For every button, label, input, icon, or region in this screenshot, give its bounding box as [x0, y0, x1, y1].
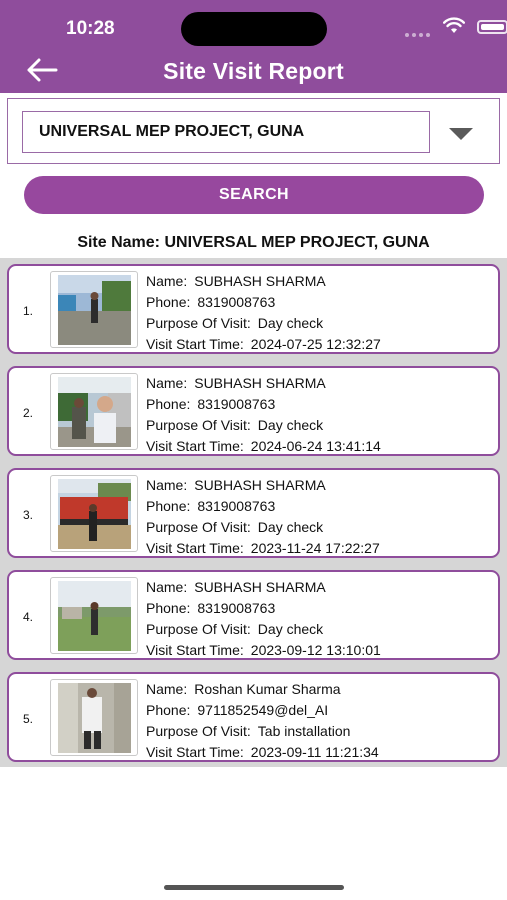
visitor-phone: 8319008763 — [197, 600, 276, 616]
visitor-phone: 9711852549@del_AI — [197, 702, 329, 718]
visit-start-time: 2024-06-24 13:41:14 — [250, 438, 381, 454]
visit-index: 5. — [23, 712, 34, 726]
site-selector: UNIVERSAL MEP PROJECT, GUNA — [7, 98, 500, 164]
visit-details: Name: SUBHASH SHARMA Phone: 8319008763 Pur… — [146, 577, 381, 661]
purpose-label: Purpose Of Visit: — [146, 315, 251, 331]
phone-label: Phone: — [146, 702, 191, 718]
visit-start-time: 2023-09-12 13:10:01 — [250, 642, 381, 658]
dynamic-island — [181, 12, 327, 46]
app-header: 10:28 Site Visit Report — [0, 0, 507, 93]
signal-dots-icon — [405, 24, 433, 37]
start-time-label: Visit Start Time: — [146, 540, 244, 556]
visit-card[interactable]: 3. Name: SUBHASH SHARMA Phone: 8319008763 … — [7, 468, 500, 558]
visitor-name: SUBHASH SHARMA — [194, 273, 326, 289]
name-label: Name: — [146, 681, 188, 697]
search-button[interactable]: SEARCH — [24, 176, 484, 214]
phone-label: Phone: — [146, 396, 191, 412]
visit-card[interactable]: 5. Name: Roshan Kumar Sharma Phone: 971185… — [7, 672, 500, 762]
purpose-label: Purpose Of Visit: — [146, 621, 251, 637]
name-label: Name: — [146, 375, 188, 391]
visitor-name: SUBHASH SHARMA — [194, 477, 326, 493]
purpose-label: Purpose Of Visit: — [146, 519, 251, 535]
visit-details: Name: Roshan Kumar Sharma Phone: 971185254… — [146, 679, 379, 763]
visit-index: 3. — [23, 508, 34, 522]
visit-index: 1. — [23, 304, 34, 318]
visit-index: 2. — [23, 406, 34, 420]
battery-icon — [477, 20, 507, 34]
start-time-label: Visit Start Time: — [146, 744, 244, 760]
name-label: Name: — [146, 273, 188, 289]
phone-label: Phone: — [146, 294, 191, 310]
visitor-phone: 8319008763 — [197, 498, 276, 514]
start-time-label: Visit Start Time: — [146, 642, 244, 658]
visit-details: Name: SUBHASH SHARMA Phone: 8319008763 Pur… — [146, 373, 381, 457]
visitor-phone: 8319008763 — [197, 294, 276, 310]
name-label: Name: — [146, 477, 188, 493]
visit-card[interactable]: 4. Name: SUBHASH SHARMA Phone: 8319008763 … — [7, 570, 500, 660]
visitor-name: Roshan Kumar Sharma — [194, 681, 341, 697]
visit-photo[interactable] — [50, 577, 138, 654]
purpose-label: Purpose Of Visit: — [146, 723, 251, 739]
visit-card[interactable]: 1. Name: SUBHASH SHARMA Phone: 8319008763 … — [7, 264, 500, 354]
visit-purpose: Tab installation — [257, 723, 351, 739]
phone-label: Phone: — [146, 498, 191, 514]
visit-photo[interactable] — [50, 679, 138, 756]
visit-purpose: Day check — [257, 315, 324, 331]
name-label: Name: — [146, 579, 188, 595]
site-name-heading: Site Name: UNIVERSAL MEP PROJECT, GUNA — [77, 234, 430, 251]
caret-down-icon[interactable] — [448, 127, 474, 141]
visitor-name: SUBHASH SHARMA — [194, 579, 326, 595]
wifi-icon — [443, 17, 465, 33]
visit-start-time: 2023-11-24 17:22:27 — [250, 540, 380, 556]
visit-start-time: 2024-07-25 12:32:27 — [250, 336, 381, 352]
visit-photo[interactable] — [50, 271, 138, 348]
phone-label: Phone: — [146, 600, 191, 616]
visit-purpose: Day check — [257, 621, 324, 637]
visit-start-time: 2023-09-11 11:21:34 — [250, 744, 379, 760]
status-time: 10:28 — [66, 18, 115, 39]
visitor-phone: 8319008763 — [197, 396, 276, 412]
visit-card[interactable]: 2. Name: SUBHASH SHARMA Phone: 8319008763 … — [7, 366, 500, 456]
site-dropdown[interactable]: UNIVERSAL MEP PROJECT, GUNA — [22, 111, 430, 153]
visit-purpose: Day check — [257, 417, 324, 433]
visit-list: 1. Name: SUBHASH SHARMA Phone: 8319008763 … — [0, 258, 507, 767]
home-indicator[interactable] — [164, 885, 344, 890]
visit-details: Name: SUBHASH SHARMA Phone: 8319008763 Pur… — [146, 271, 381, 355]
visit-purpose: Day check — [257, 519, 324, 535]
visit-index: 4. — [23, 610, 34, 624]
purpose-label: Purpose Of Visit: — [146, 417, 251, 433]
page-title: Site Visit Report — [163, 58, 344, 84]
visitor-name: SUBHASH SHARMA — [194, 375, 326, 391]
visit-photo[interactable] — [50, 475, 138, 552]
start-time-label: Visit Start Time: — [146, 336, 244, 352]
visit-photo[interactable] — [50, 373, 138, 450]
visit-details: Name: SUBHASH SHARMA Phone: 8319008763 Pur… — [146, 475, 380, 559]
start-time-label: Visit Start Time: — [146, 438, 244, 454]
